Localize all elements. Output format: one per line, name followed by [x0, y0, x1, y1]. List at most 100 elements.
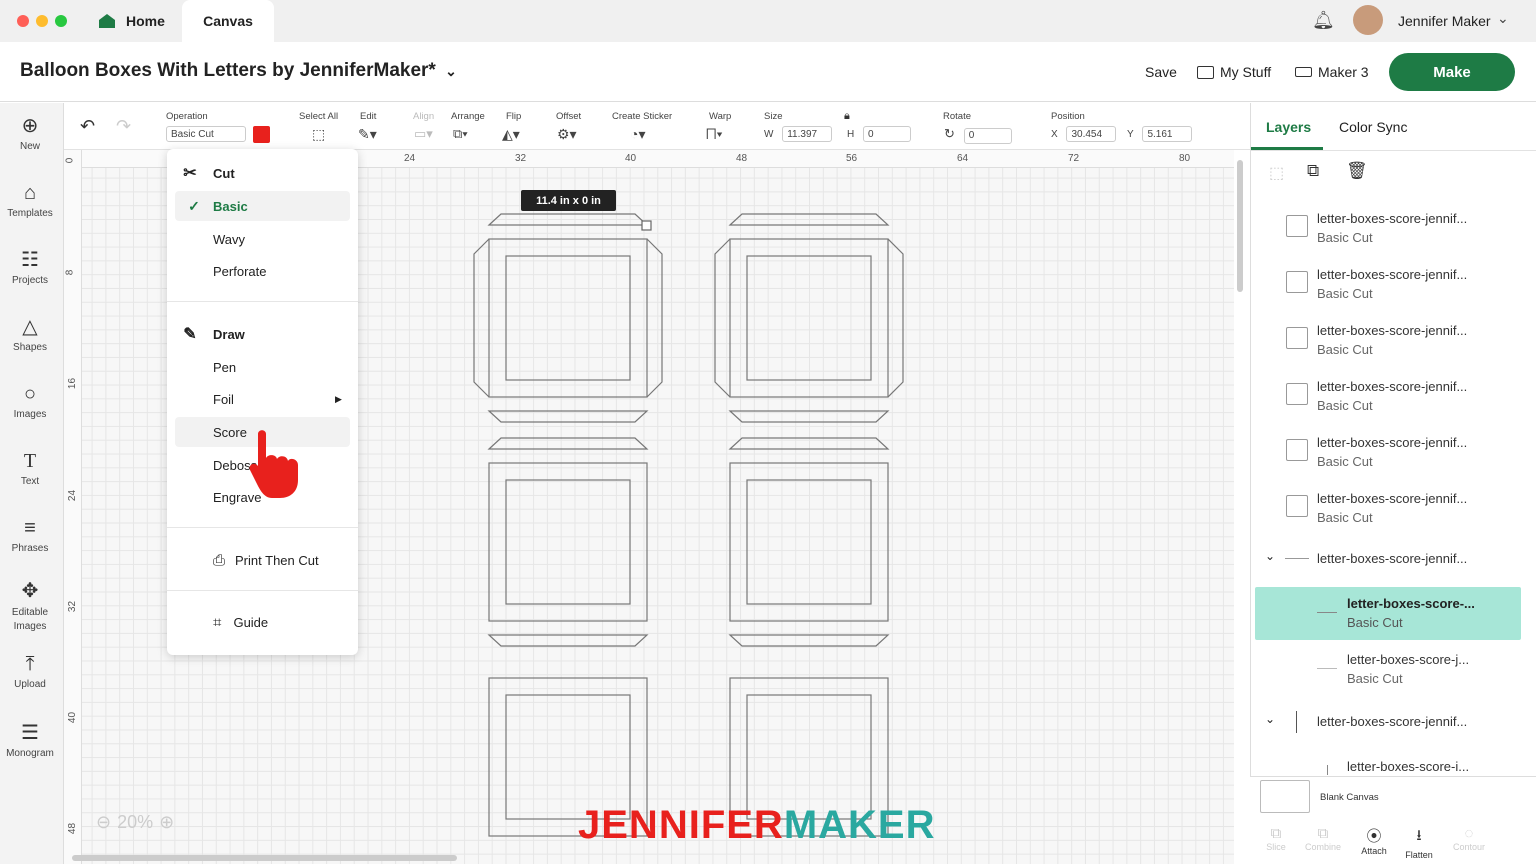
menu-item-foil[interactable]: Foil ▶	[167, 384, 358, 414]
blank-canvas-swatch[interactable]	[1260, 780, 1310, 813]
layer-item-selected[interactable]: letter-boxes-score-... Basic Cut	[1255, 587, 1521, 640]
arrange-icon[interactable]: ⧉▾	[453, 126, 468, 142]
layer-thumbnail	[1286, 439, 1308, 461]
layer-group[interactable]: ⌄ letter-boxes-score-jennif...	[1255, 708, 1521, 738]
layer-item[interactable]: letter-boxes-score-j... Basic Cut	[1255, 643, 1521, 696]
chevron-down-icon[interactable]: ⌄	[1265, 712, 1275, 726]
bell-icon[interactable]: 🔔︎	[1312, 10, 1335, 31]
layer-operation: Basic Cut	[1317, 454, 1373, 469]
trash-icon[interactable]: 🗑︎	[1346, 161, 1368, 181]
box-template-2[interactable]	[714, 213, 904, 837]
maximize-window-button[interactable]	[55, 15, 67, 27]
warp-icon[interactable]: ⨅▾	[706, 126, 723, 142]
attach-button[interactable]: ⦿ Attach	[1356, 825, 1392, 856]
lock-icon[interactable]: 🔒︎	[844, 110, 850, 123]
sidebar-item-upload[interactable]: ⤒ Upload	[0, 653, 60, 690]
layer-thumbnail	[1286, 215, 1308, 237]
chevron-down-icon[interactable]: ⌄	[1265, 549, 1275, 563]
ruler-tick: 8	[64, 269, 76, 276]
layer-operation: Basic Cut	[1317, 230, 1373, 245]
layer-item[interactable]: letter-boxes-score-jennif... Basic Cut	[1255, 427, 1521, 479]
avatar[interactable]	[1353, 5, 1383, 35]
menu-item-wavy[interactable]: Wavy	[167, 224, 358, 254]
layer-item[interactable]: letter-boxes-score-i...	[1255, 753, 1521, 775]
close-window-button[interactable]	[17, 15, 29, 27]
horizontal-scrollbar[interactable]	[72, 855, 457, 861]
machine-button[interactable]: Maker 3	[1295, 64, 1369, 80]
sidebar-item-phrases[interactable]: ≡ Phrases	[0, 517, 60, 554]
edit-label: Edit	[360, 111, 377, 122]
sidebar-item-label: Upload	[14, 679, 46, 690]
menu-item-basic[interactable]: ✓ Basic	[175, 191, 350, 221]
operation-color-swatch[interactable]	[253, 126, 270, 143]
position-y-group: Y 5.161	[1127, 126, 1193, 142]
slice-icon: ⧉	[1270, 825, 1282, 842]
layer-name: letter-boxes-score-jennif...	[1317, 211, 1468, 226]
operation-dropdown-menu: ✂ Cut ✓ Basic Wavy Perforate ✎ Draw Pen …	[167, 149, 358, 655]
menu-item-pen[interactable]: Pen	[167, 352, 358, 382]
layer-item[interactable]: letter-boxes-score-jennif... Basic Cut	[1255, 371, 1521, 423]
layer-item[interactable]: letter-boxes-score-jennif... Basic Cut	[1255, 203, 1521, 255]
position-x-input[interactable]: 30.454	[1066, 126, 1117, 142]
position-x-group: X 30.454	[1051, 126, 1117, 142]
project-title[interactable]: Balloon Boxes With Letters by JenniferMa…	[20, 60, 457, 82]
layers-panel: Layers Color Sync ⬚ ⧉ 🗑︎ letter-boxes-sc…	[1250, 103, 1536, 864]
envelope-icon	[1197, 65, 1214, 79]
rotate-group: ↻ 0	[944, 126, 1012, 144]
width-input[interactable]: 11.397	[782, 126, 833, 142]
warp-label: Warp	[709, 111, 732, 122]
jennifermaker-watermark: JENNIFERMAKER	[578, 803, 935, 848]
tab-canvas[interactable]: Canvas	[182, 0, 274, 42]
sidebar-item-new[interactable]: ⊕ New	[0, 115, 60, 152]
make-button[interactable]: Make	[1389, 53, 1515, 91]
sidebar-item-editable-images[interactable]: ✥ Editable Images	[0, 580, 60, 634]
operation-select[interactable]: Basic Cut	[166, 126, 246, 142]
zoom-in-icon[interactable]: ⊕	[159, 812, 174, 833]
ruler-tick: 32	[67, 600, 79, 613]
layer-item[interactable]: letter-boxes-score-jennif... Basic Cut	[1255, 259, 1521, 311]
rotate-icon: ↻	[944, 126, 955, 141]
tab-home[interactable]: Home	[98, 0, 165, 42]
layer-item[interactable]: letter-boxes-score-jennif... Basic Cut	[1255, 315, 1521, 367]
select-all-icon[interactable]: ⬚	[312, 126, 325, 143]
sidebar-item-images[interactable]: ○ Images	[0, 383, 60, 420]
edit-pencil-icon[interactable]: ✎▾	[358, 126, 377, 143]
layer-name: letter-boxes-score-jennif...	[1317, 491, 1468, 506]
flip-icon[interactable]: ◭▾	[502, 126, 520, 143]
zoom-out-icon[interactable]: ⊖	[96, 812, 111, 833]
chevron-down-icon[interactable]: ⌄	[1497, 10, 1509, 27]
duplicate-icon[interactable]: ⧉	[1307, 161, 1319, 181]
combine-button: ⧉ Combine	[1302, 825, 1344, 852]
sidebar-item-text[interactable]: T Text	[0, 450, 60, 487]
layer-item[interactable]: letter-boxes-score-jennif... Basic Cut	[1255, 483, 1521, 535]
tab-color-sync[interactable]: Color Sync	[1339, 119, 1407, 135]
sidebar-item-templates[interactable]: ⌂ Templates	[0, 182, 60, 219]
my-stuff-button[interactable]: My Stuff	[1197, 64, 1271, 80]
minimize-window-button[interactable]	[36, 15, 48, 27]
flatten-button[interactable]: ⭳ Flatten	[1401, 825, 1437, 860]
sidebar-item-projects[interactable]: ☷ Projects	[0, 249, 60, 286]
tab-layers[interactable]: Layers	[1266, 119, 1311, 135]
save-button[interactable]: Save	[1145, 64, 1177, 80]
rotate-input[interactable]: 0	[963, 127, 1012, 144]
undo-icon[interactable]: ↶	[80, 116, 95, 137]
watermark-part1: JENNIFER	[578, 803, 784, 847]
layer-group[interactable]: ⌄ letter-boxes-score-jennif...	[1255, 545, 1521, 575]
offset-icon[interactable]: ⚙▾	[557, 126, 577, 143]
position-y-input[interactable]: 5.161	[1142, 126, 1193, 142]
menu-item-label: Basic	[213, 198, 248, 214]
menu-item-print-then-cut[interactable]: ⎙ Print Then Cut	[167, 545, 358, 575]
height-group: H 0	[847, 126, 912, 142]
sidebar-item-monogram[interactable]: ☰ Monogram	[0, 722, 60, 759]
menu-item-guide[interactable]: ⌗ Guide	[167, 607, 358, 637]
user-name[interactable]: Jennifer Maker	[1398, 13, 1491, 29]
box-template-1[interactable]	[473, 213, 663, 837]
height-input[interactable]: 0	[863, 126, 912, 142]
selection-handle[interactable]	[641, 220, 652, 231]
create-sticker-icon[interactable]: ◔▾	[630, 126, 645, 143]
contour-icon: ◌	[1464, 825, 1474, 842]
menu-item-label: Score	[213, 424, 247, 440]
vertical-scrollbar[interactable]	[1237, 160, 1243, 292]
sidebar-item-shapes[interactable]: △ Shapes	[0, 316, 60, 353]
menu-item-perforate[interactable]: Perforate	[167, 256, 358, 286]
